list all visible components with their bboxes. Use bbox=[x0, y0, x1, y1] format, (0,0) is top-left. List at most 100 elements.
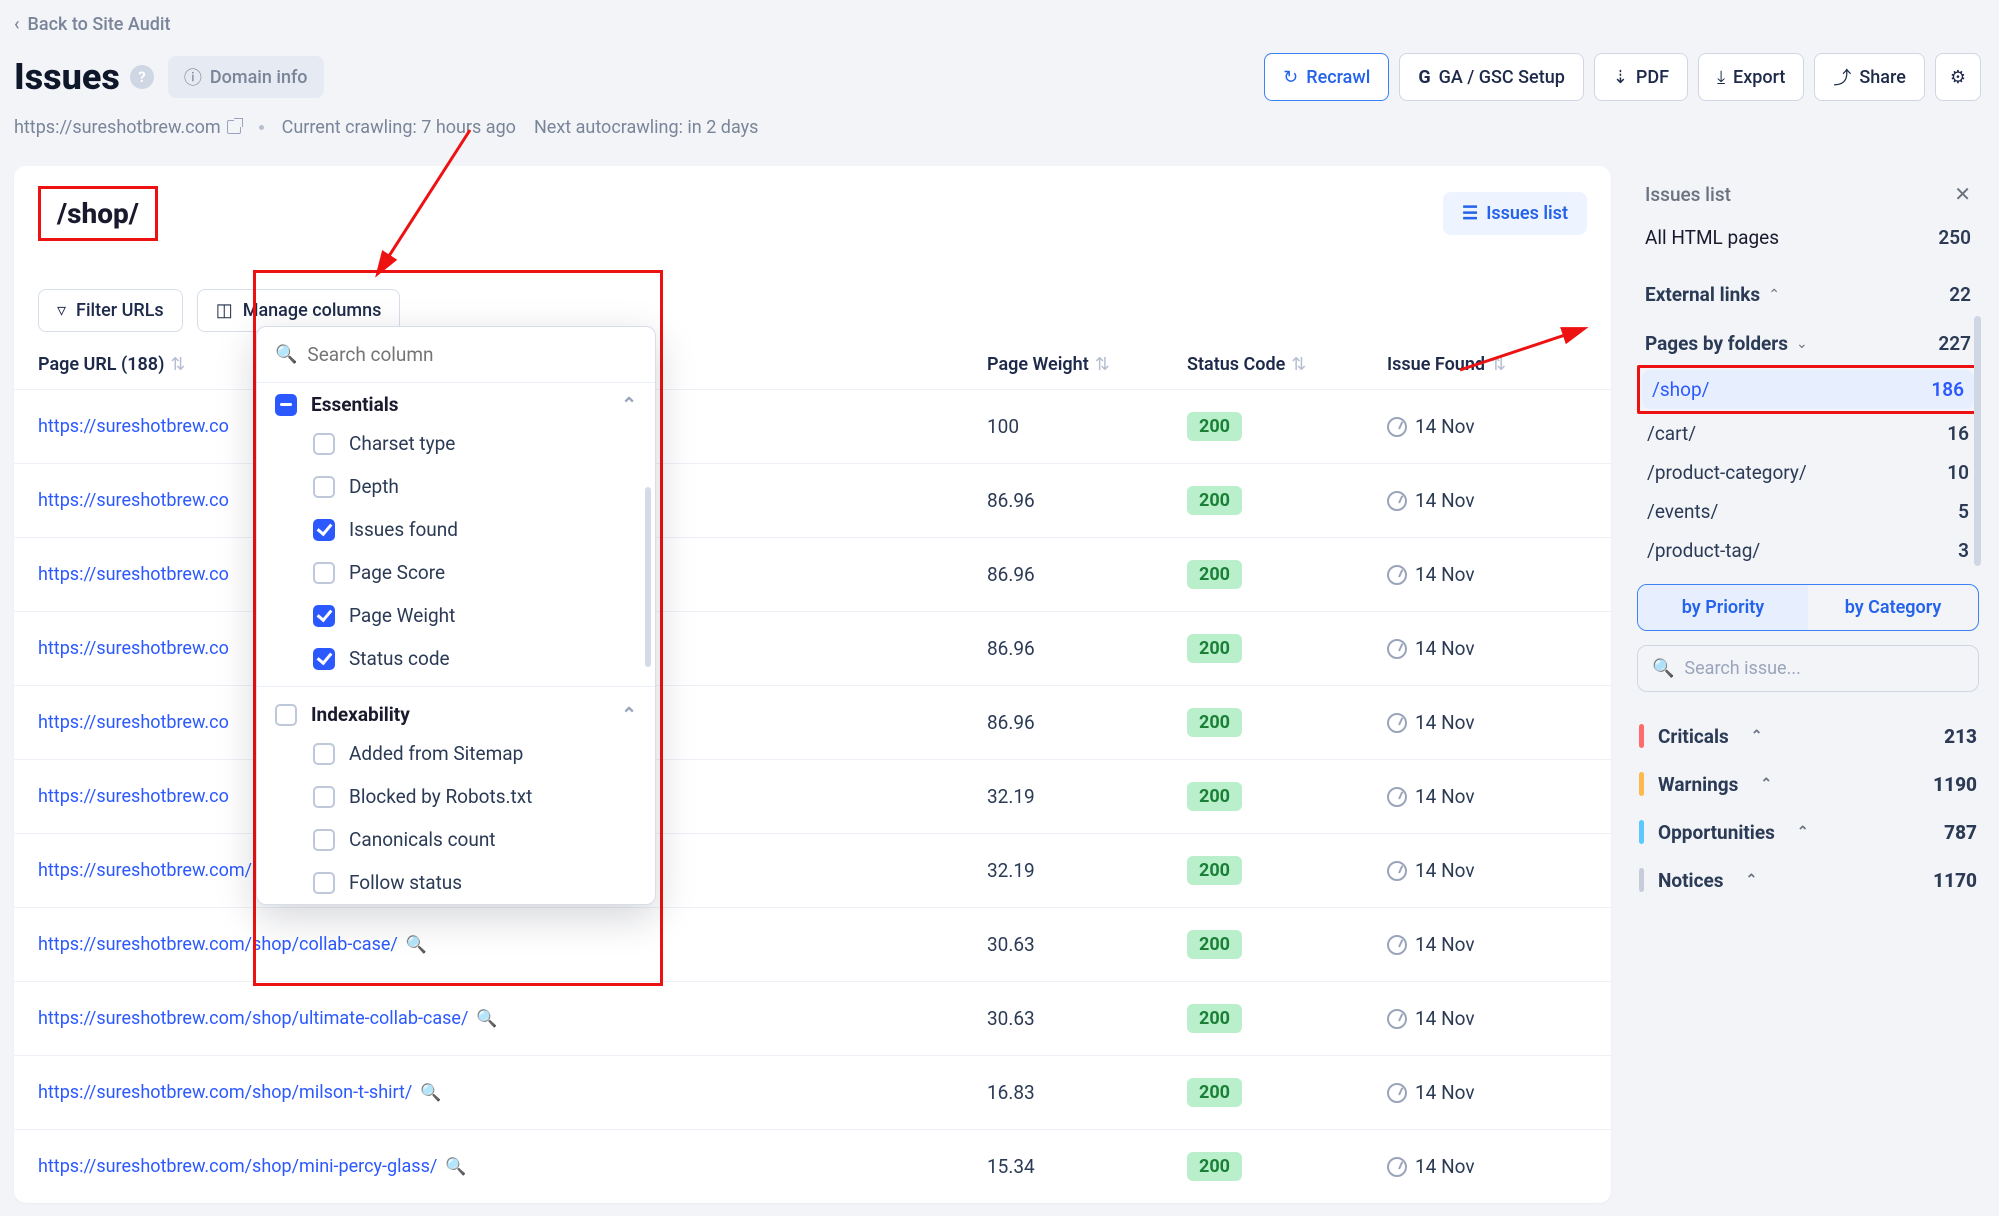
scrollbar[interactable] bbox=[1974, 316, 1981, 566]
page-weight: 32.19 bbox=[987, 785, 1035, 808]
group-indexability[interactable]: Indexability ⌃ bbox=[257, 693, 655, 732]
sidebar-title: Issues list bbox=[1645, 183, 1731, 206]
all-html-pages[interactable]: All HTML pages250 bbox=[1637, 216, 1979, 259]
share-icon: ⤴ bbox=[1833, 64, 1851, 90]
issue-date: 14 Nov bbox=[1415, 1081, 1475, 1104]
sort-icon[interactable]: ⇅ bbox=[1491, 354, 1506, 375]
search-issue-input[interactable]: 🔍 Search issue... bbox=[1637, 645, 1979, 692]
checkbox-icon[interactable] bbox=[313, 743, 335, 765]
gauge-icon bbox=[1387, 565, 1407, 585]
checkbox-icon[interactable] bbox=[313, 562, 335, 584]
page-url-link[interactable]: https://sureshotbrew.com/shop/milson-t-s… bbox=[38, 1082, 412, 1103]
folder-product-tag[interactable]: /product-tag/3 bbox=[1637, 531, 1979, 570]
column-option[interactable]: Depth bbox=[257, 465, 655, 508]
page-url-link[interactable]: https://sureshotbrew.co bbox=[38, 564, 229, 585]
checkbox-icon[interactable] bbox=[313, 829, 335, 851]
checkbox-indeterminate-icon[interactable] bbox=[275, 394, 297, 416]
severity-row[interactable]: Criticals⌃213 bbox=[1637, 712, 1979, 760]
severity-row[interactable]: Warnings⌃1190 bbox=[1637, 760, 1979, 808]
gauge-icon bbox=[1387, 1083, 1407, 1103]
status-badge: 200 bbox=[1187, 486, 1242, 515]
folder-product-category[interactable]: /product-category/10 bbox=[1637, 453, 1979, 492]
settings-button[interactable]: ⚙ bbox=[1935, 53, 1981, 101]
chevron-up-icon[interactable]: ⌃ bbox=[621, 703, 637, 726]
external-links[interactable]: External links⌃22 bbox=[1637, 273, 1979, 316]
severity-row[interactable]: Opportunities⌃787 bbox=[1637, 808, 1979, 856]
pdf-button[interactable]: ⇣PDF bbox=[1594, 53, 1688, 101]
column-search-input[interactable] bbox=[307, 343, 637, 366]
gauge-icon bbox=[1387, 491, 1407, 511]
checkbox-icon[interactable] bbox=[313, 433, 335, 455]
column-option[interactable]: Page Score bbox=[257, 551, 655, 594]
help-icon[interactable]: ? bbox=[130, 65, 154, 89]
column-option[interactable]: Blocked by Robots.txt bbox=[257, 775, 655, 818]
folder-events[interactable]: /events/5 bbox=[1637, 492, 1979, 531]
column-option[interactable]: Issues found bbox=[257, 508, 655, 551]
severity-row[interactable]: Notices⌃1170 bbox=[1637, 856, 1979, 904]
recrawl-button[interactable]: ↻Recrawl bbox=[1264, 53, 1389, 101]
sort-icon[interactable]: ⇅ bbox=[170, 354, 185, 375]
refresh-icon: ↻ bbox=[1283, 67, 1298, 88]
column-option[interactable]: Status code bbox=[257, 637, 655, 680]
back-link[interactable]: ‹ Back to Site Audit bbox=[14, 14, 171, 35]
ga-gsc-button[interactable]: GGA / GSC Setup bbox=[1399, 53, 1584, 101]
page-url-link[interactable]: https://sureshotbrew.com/shop/mini-percy… bbox=[38, 1156, 437, 1177]
download-icon: ⇣ bbox=[1613, 67, 1628, 88]
checkbox-icon[interactable] bbox=[313, 648, 335, 670]
magnify-icon[interactable]: 🔍 bbox=[476, 1009, 497, 1029]
export-icon: ⤓ bbox=[1717, 67, 1725, 88]
page-url-link[interactable]: https://sureshotbrew.co bbox=[38, 712, 229, 733]
chevron-up-icon: ⌃ bbox=[1751, 728, 1763, 744]
seg-category[interactable]: by Category bbox=[1808, 585, 1978, 630]
group-essentials[interactable]: Essentials ⌃ bbox=[257, 383, 655, 422]
chevron-up-icon: ⌃ bbox=[1746, 872, 1758, 888]
column-option[interactable]: Follow status bbox=[257, 861, 655, 904]
page-url-link[interactable]: https://sureshotbrew.com/shop/ultimate-c… bbox=[38, 1008, 468, 1029]
close-icon[interactable]: ✕ bbox=[1954, 182, 1971, 206]
gauge-icon bbox=[1387, 861, 1407, 881]
folder-cart[interactable]: /cart/16 bbox=[1637, 414, 1979, 453]
table-row: https://sureshotbrew.co 86.96 200 14 Nov bbox=[14, 463, 1611, 537]
filter-urls-button[interactable]: ▿Filter URLs bbox=[38, 289, 183, 332]
magnify-icon[interactable]: 🔍 bbox=[420, 1083, 441, 1103]
sort-icon[interactable]: ⇅ bbox=[1291, 354, 1306, 375]
checkbox-icon[interactable] bbox=[313, 872, 335, 894]
sort-icon[interactable]: ⇅ bbox=[1095, 354, 1110, 375]
site-url[interactable]: https://sureshotbrew.com bbox=[14, 117, 221, 138]
folder-shop[interactable]: /shop/186 bbox=[1642, 370, 1974, 409]
column-option[interactable]: Charset type bbox=[257, 422, 655, 465]
magnify-icon[interactable]: 🔍 bbox=[445, 1157, 466, 1177]
domain-info-chip[interactable]: ⓘ Domain info bbox=[168, 56, 324, 98]
columns-icon: ◫ bbox=[216, 300, 233, 321]
col-issue[interactable]: Issue Found bbox=[1387, 354, 1485, 375]
col-url[interactable]: Page URL (188) bbox=[38, 354, 164, 375]
column-option[interactable]: Page Weight bbox=[257, 594, 655, 637]
issues-list-button[interactable]: ☰Issues list bbox=[1443, 192, 1587, 235]
seg-priority[interactable]: by Priority bbox=[1638, 585, 1808, 630]
checkbox-icon[interactable] bbox=[313, 519, 335, 541]
severity-bar-icon bbox=[1639, 820, 1644, 844]
column-option[interactable]: Added from Sitemap bbox=[257, 732, 655, 775]
issue-date: 14 Nov bbox=[1415, 489, 1475, 512]
page-url-link[interactable]: https://sureshotbrew.co bbox=[38, 490, 229, 511]
column-option[interactable]: Canonicals count bbox=[257, 818, 655, 861]
checkbox-icon[interactable] bbox=[313, 476, 335, 498]
col-weight[interactable]: Page Weight bbox=[987, 354, 1089, 375]
page-url-link[interactable]: https://sureshotbrew.co bbox=[38, 416, 229, 437]
page-url-link[interactable]: https://sureshotbrew.co bbox=[38, 638, 229, 659]
chevron-left-icon: ‹ bbox=[14, 14, 20, 35]
col-status[interactable]: Status Code bbox=[1187, 354, 1285, 375]
page-url-link[interactable]: https://sureshotbrew.co bbox=[38, 786, 229, 807]
pages-by-folders[interactable]: Pages by folders⌄227 bbox=[1637, 322, 1979, 365]
checkbox-icon[interactable] bbox=[275, 704, 297, 726]
export-button[interactable]: ⤓Export bbox=[1698, 53, 1804, 101]
list-icon: ☰ bbox=[1462, 203, 1478, 224]
checkbox-icon[interactable] bbox=[313, 605, 335, 627]
checkbox-icon[interactable] bbox=[313, 786, 335, 808]
issue-date: 14 Nov bbox=[1415, 933, 1475, 956]
chevron-up-icon[interactable]: ⌃ bbox=[621, 393, 637, 416]
scrollbar[interactable] bbox=[645, 487, 651, 667]
page-url-link[interactable]: https://sureshotbrew.com/shop/collab-cas… bbox=[38, 934, 398, 955]
share-button[interactable]: ⤴Share bbox=[1814, 53, 1924, 101]
magnify-icon[interactable]: 🔍 bbox=[406, 935, 427, 955]
